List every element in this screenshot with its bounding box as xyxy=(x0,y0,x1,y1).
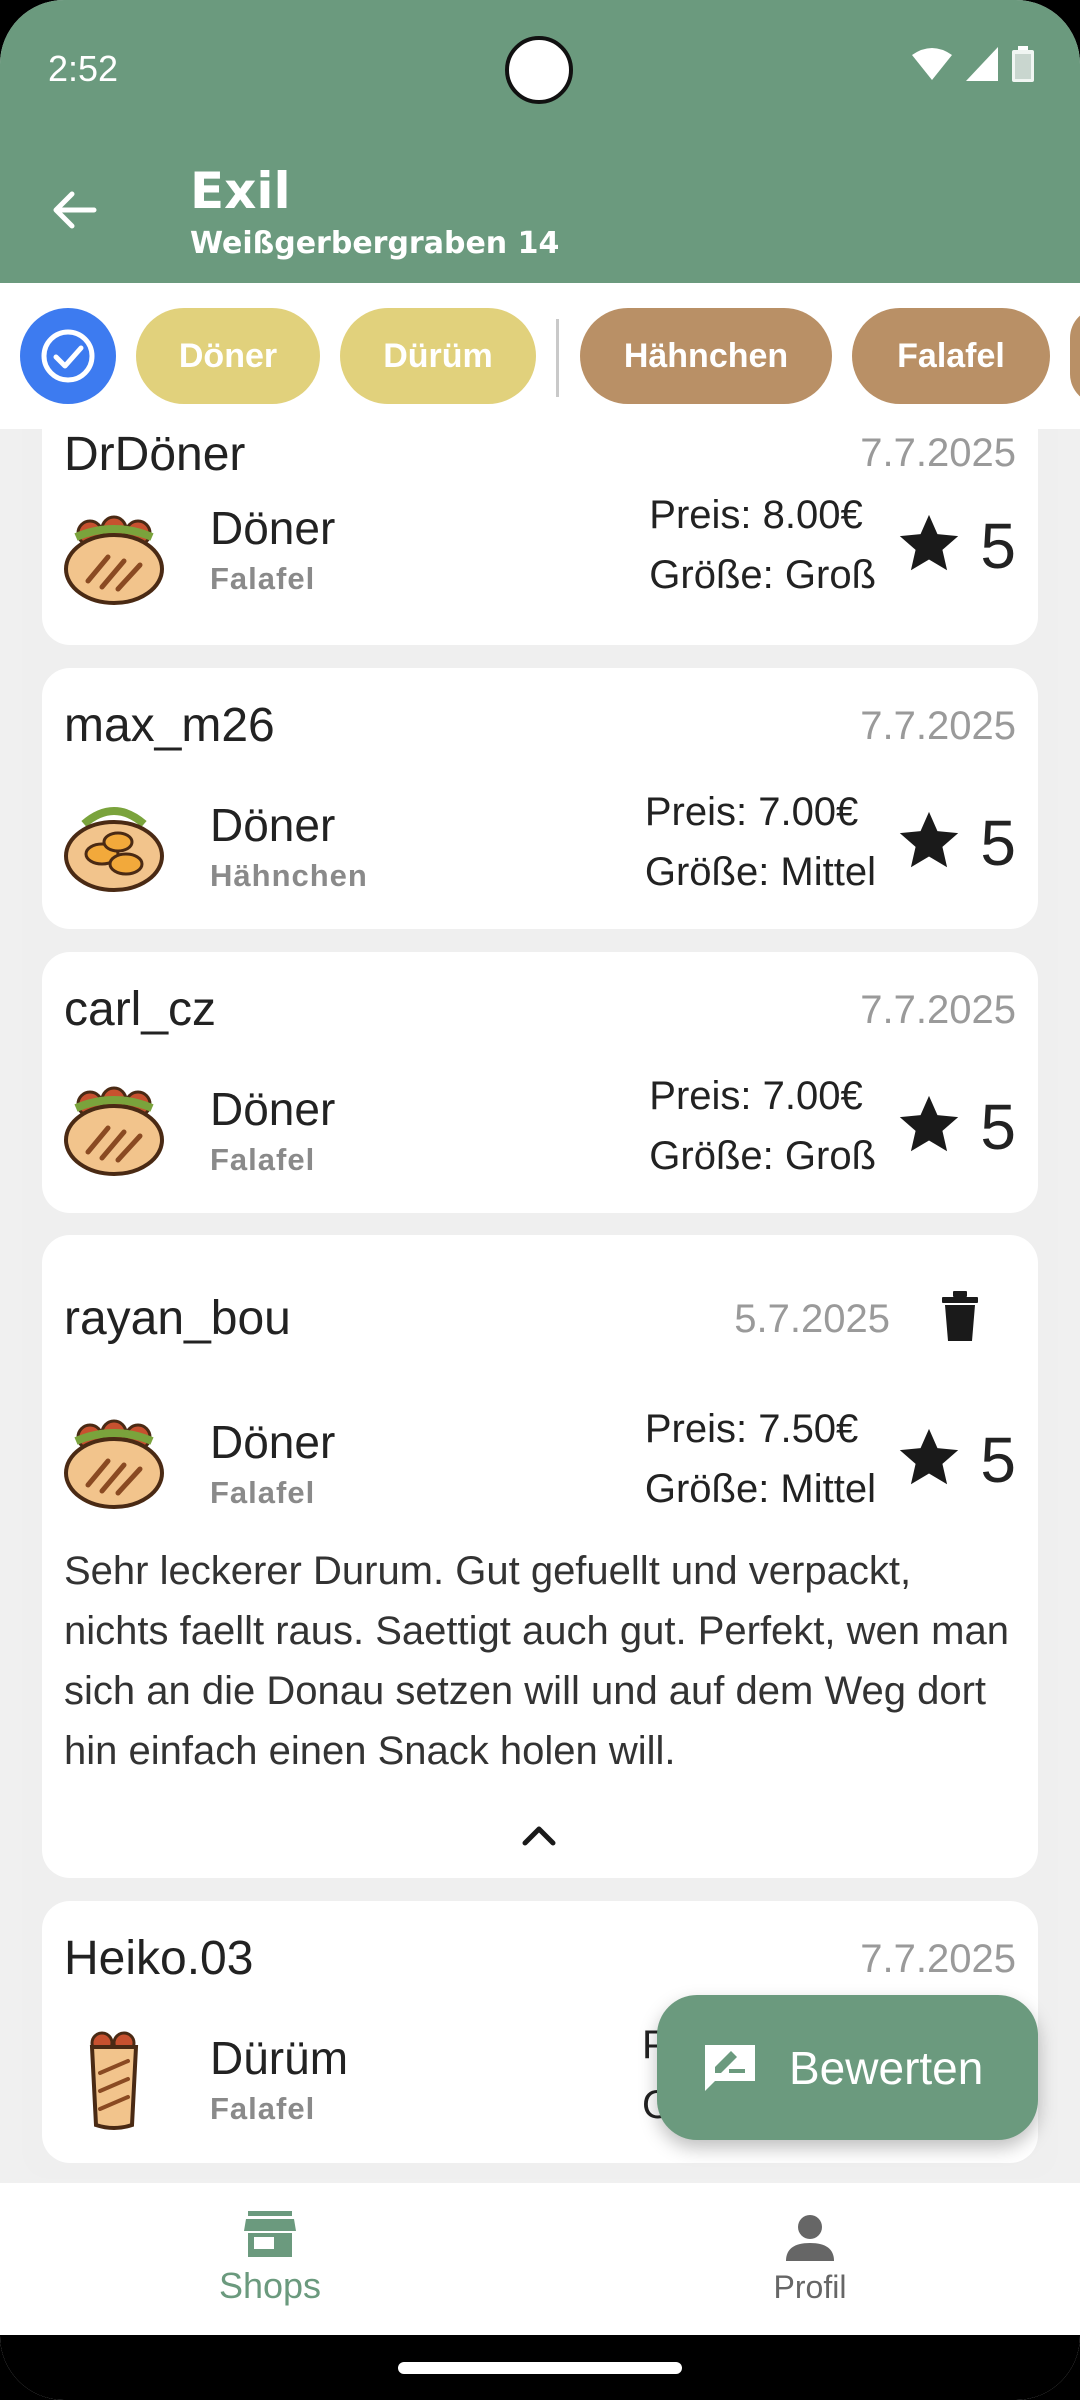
filter-chip-more[interactable] xyxy=(1070,308,1080,404)
rating-value: 5 xyxy=(980,807,1016,879)
nav-profil[interactable]: Profil xyxy=(540,2183,1080,2335)
wifi-icon xyxy=(912,48,952,80)
back-button[interactable] xyxy=(44,180,104,240)
bottom-navigation: Shops Profil xyxy=(0,2183,1080,2335)
review-date: 5.7.2025 xyxy=(734,1297,890,1341)
store-icon xyxy=(244,2211,296,2257)
review-card[interactable]: DrDöner 7.7.2025 Döner Falafel Preis: 8.… xyxy=(42,429,1038,645)
rate-fab-label: Bewerten xyxy=(789,2041,984,2094)
size-text: Größe: Groß xyxy=(649,1134,876,1178)
filter-chip-haehnchen[interactable]: Hähnchen xyxy=(580,308,832,404)
review-date: 7.7.2025 xyxy=(860,988,1016,1032)
shop-address: Weißgerbergraben 14 xyxy=(190,226,560,261)
price-text: Preis: 8.00€ xyxy=(649,493,863,537)
food-filling: Falafel xyxy=(210,1475,316,1510)
signal-icon xyxy=(966,47,998,81)
review-username: rayan_bou xyxy=(64,1292,291,1345)
filter-chip-doener[interactable]: Döner xyxy=(136,308,320,404)
star-icon xyxy=(899,811,959,868)
price-text: Preis: 7.00€ xyxy=(644,790,859,834)
nav-shops[interactable]: Shops xyxy=(0,2183,540,2335)
app-screen: 2:52 Exil Weißgerbergraben 14 Döner Dürü… xyxy=(0,0,1080,2400)
review-username: carl_cz xyxy=(64,983,217,1036)
review-username: max_m26 xyxy=(64,699,275,752)
review-card-expanded[interactable]: rayan_bou 5.7.2025 Döner Falafel Preis: … xyxy=(42,1235,1038,1878)
duerum-falafel-icon xyxy=(89,2031,139,2130)
doener-falafel-icon xyxy=(64,1086,164,1176)
food-filling: Falafel xyxy=(210,561,316,596)
shop-title: Exil xyxy=(190,162,291,220)
star-icon xyxy=(899,1428,959,1485)
review-date: 7.7.2025 xyxy=(860,431,1016,475)
star-icon xyxy=(899,1095,959,1152)
check-icon xyxy=(41,329,95,383)
app-header: 2:52 Exil Weißgerbergraben 14 xyxy=(0,0,1080,283)
size-text: Größe: Groß xyxy=(649,553,876,597)
price-text: Preis: 7.00€ xyxy=(649,1074,863,1118)
review-username: DrDöner xyxy=(64,429,246,481)
size-text: Größe: Mittel xyxy=(644,850,876,894)
select-all-filter[interactable] xyxy=(20,308,116,404)
price-text: Preis: 7.50€ xyxy=(644,1407,859,1451)
food-type: Döner xyxy=(210,1416,336,1468)
rate-fab-button[interactable]: Bewerten xyxy=(657,1995,1038,2140)
battery-icon xyxy=(1012,46,1034,82)
doener-falafel-icon xyxy=(64,1419,164,1509)
doener-haehnchen-icon xyxy=(64,807,164,892)
review-card[interactable]: carl_cz 7.7.2025 Döner Falafel Preis: 7.… xyxy=(42,952,1038,1213)
review-date: 7.7.2025 xyxy=(860,1937,1016,1981)
arrow-left-icon xyxy=(53,191,97,229)
rate-review-icon xyxy=(705,2044,755,2091)
nav-shops-label: Shops xyxy=(218,2265,322,2306)
review-card[interactable]: max_m26 7.7.2025 Döner Hähnchen Preis: 7… xyxy=(42,668,1038,929)
food-type: Döner xyxy=(210,502,336,554)
doener-falafel-icon xyxy=(64,515,164,605)
rating-value: 5 xyxy=(980,1091,1016,1163)
review-comment: Sehr leckerer Durum. Gut gefuellt und ve… xyxy=(64,1549,1009,1773)
status-icons xyxy=(912,46,1034,82)
price-size-info: Preis: 8.00€ Größe: Groß xyxy=(649,485,876,605)
food-type: Döner xyxy=(210,1083,336,1135)
food-filling: Hähnchen xyxy=(210,858,368,893)
nav-profil-label: Profil xyxy=(773,2268,847,2305)
rating-value: 5 xyxy=(980,510,1016,582)
price-size-info: Preis: 7.50€ Größe: Mittel xyxy=(645,1399,876,1519)
review-date: 7.7.2025 xyxy=(860,704,1016,748)
status-time: 2:52 xyxy=(48,48,119,89)
price-size-info: Preis: 7.00€ Größe: Mittel xyxy=(645,782,876,902)
home-gesture-handle[interactable] xyxy=(398,2362,682,2374)
review-list[interactable]: DrDöner 7.7.2025 Döner Falafel Preis: 8.… xyxy=(22,429,1058,2179)
chevron-up-icon[interactable] xyxy=(519,1823,559,1847)
filter-bar: Döner Dürüm Hähnchen Falafel xyxy=(0,283,1080,429)
delete-review-icon[interactable] xyxy=(940,1291,980,1341)
rating-value: 5 xyxy=(980,1424,1016,1496)
star-icon xyxy=(899,514,959,571)
filter-divider xyxy=(556,319,559,397)
size-text: Größe: Mittel xyxy=(644,1467,876,1511)
food-type: Döner xyxy=(210,799,336,851)
food-filling: Falafel xyxy=(210,2091,316,2126)
person-icon xyxy=(786,2214,834,2261)
food-type: Dürüm xyxy=(210,2032,349,2084)
review-username: Heiko.03 xyxy=(64,1932,254,1985)
camera-cutout xyxy=(505,36,573,104)
food-filling: Falafel xyxy=(210,1142,316,1177)
filter-chip-falafel[interactable]: Falafel xyxy=(852,308,1050,404)
price-size-info: Preis: 7.00€ Größe: Groß xyxy=(649,1066,876,1186)
filter-chip-duerum[interactable]: Dürüm xyxy=(340,308,536,404)
